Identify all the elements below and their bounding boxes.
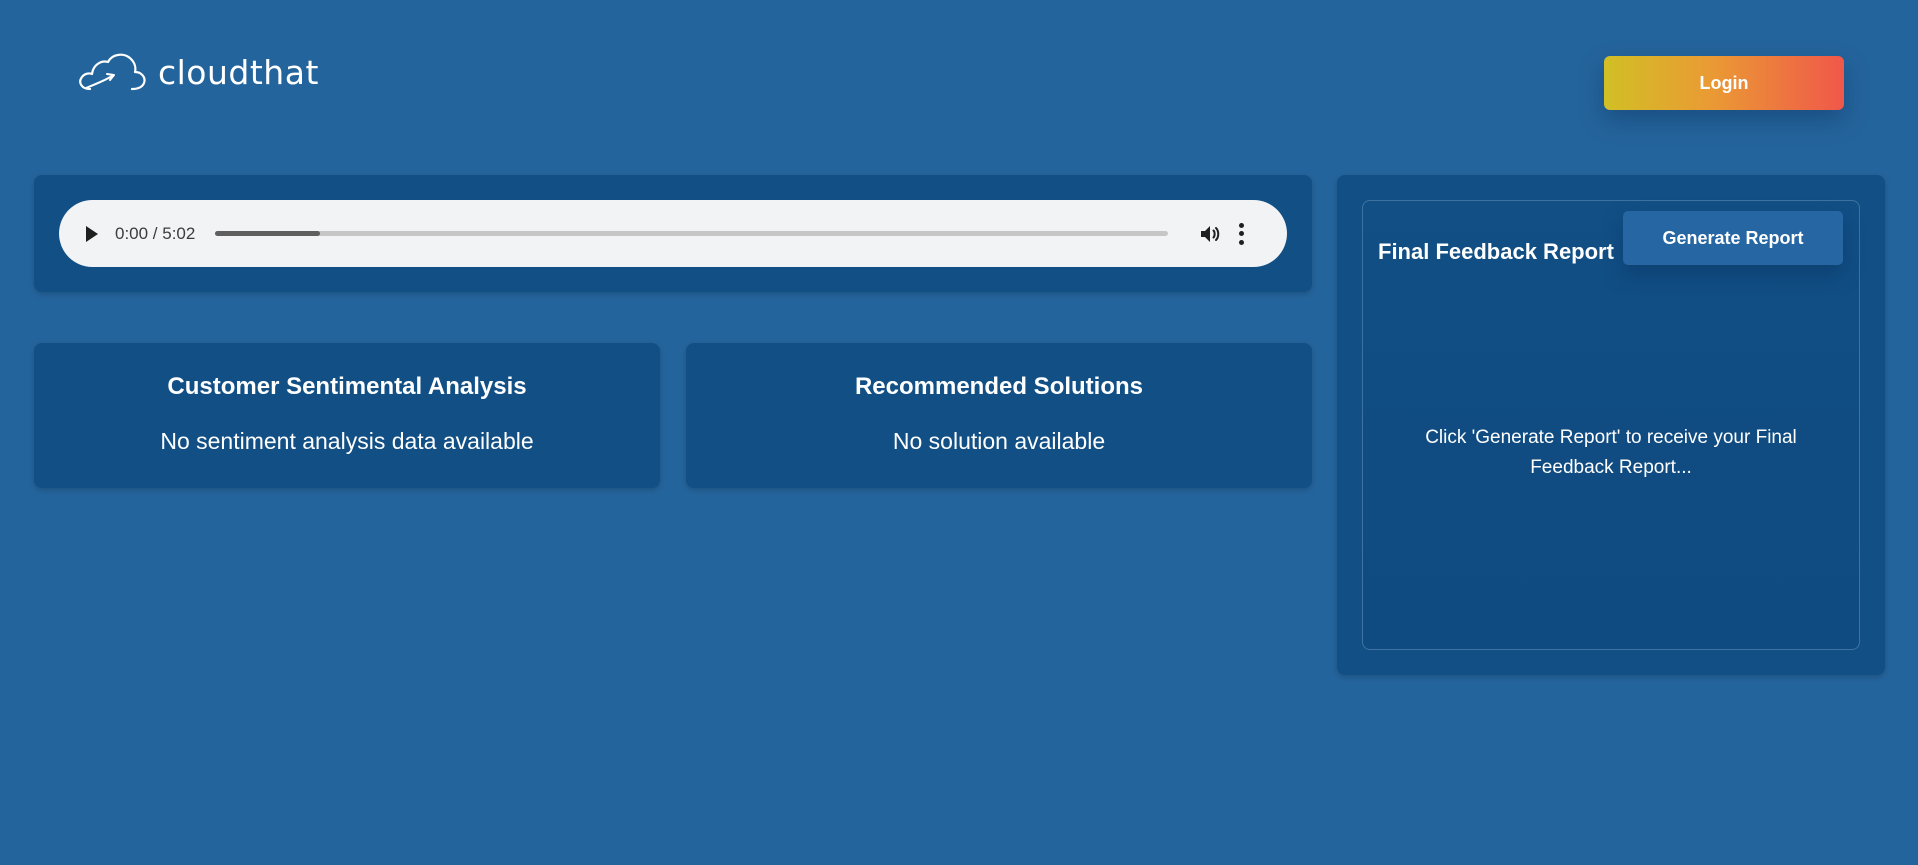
- generate-report-button[interactable]: Generate Report: [1623, 211, 1843, 265]
- report-hint-text: Click 'Generate Report' to receive your …: [1425, 427, 1797, 478]
- brand-name: cloudthat: [158, 52, 319, 92]
- final-feedback-report-panel: Final Feedback Report Generate Report Cl…: [1337, 175, 1885, 675]
- audio-panel: 0:00 / 5:02: [34, 175, 1312, 292]
- recommended-solutions-title: Recommended Solutions: [854, 373, 1144, 400]
- play-icon[interactable]: [86, 225, 98, 242]
- brand-logo[interactable]: cloudthat: [76, 48, 319, 96]
- audio-time: 0:00 / 5:02: [115, 223, 196, 243]
- audio-progress-fill: [215, 231, 321, 236]
- recommended-solutions-card: Recommended Solutions No solution availa…: [686, 343, 1312, 488]
- report-container: Final Feedback Report Generate Report Cl…: [1362, 200, 1860, 650]
- report-title: Final Feedback Report: [1378, 239, 1614, 264]
- audio-progress-bar[interactable]: [215, 231, 1169, 236]
- sentiment-analysis-title: Customer Sentimental Analysis: [167, 373, 527, 400]
- recommended-solutions-empty-text: No solution available: [892, 428, 1106, 454]
- login-button[interactable]: Login: [1604, 56, 1844, 110]
- audio-player[interactable]: 0:00 / 5:02: [59, 200, 1287, 267]
- sentiment-analysis-empty-text: No sentiment analysis data available: [160, 428, 534, 454]
- sentiment-analysis-card: Customer Sentimental Analysis No sentime…: [34, 343, 660, 488]
- more-vertical-icon[interactable]: [1238, 222, 1244, 245]
- volume-icon[interactable]: [1198, 222, 1222, 246]
- cloud-icon: [79, 53, 146, 91]
